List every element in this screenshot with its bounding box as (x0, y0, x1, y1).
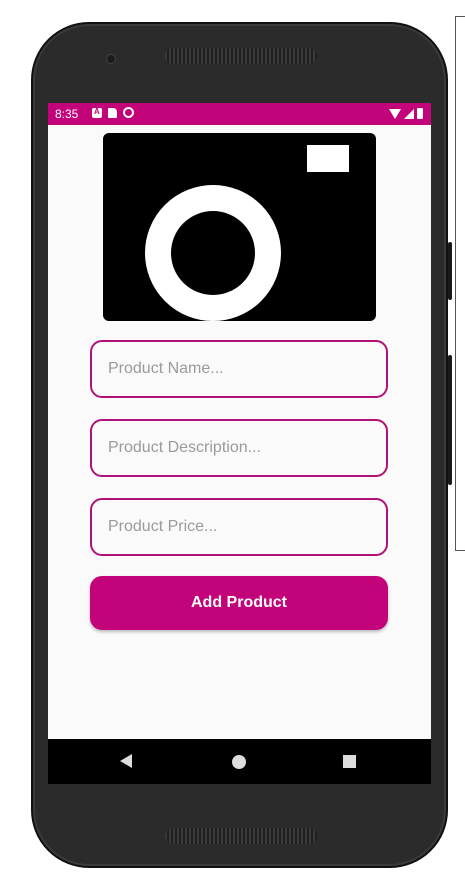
status-bar: 8:35 (48, 103, 431, 125)
status-icons-left (92, 107, 134, 118)
status-icons-right (389, 108, 423, 119)
navigation-bar (48, 739, 431, 784)
app-screen: 8:35 Add Product (48, 103, 431, 784)
signal-icon (404, 108, 414, 119)
bottom-speaker (165, 828, 317, 844)
recents-icon[interactable] (343, 755, 356, 768)
product-description-input[interactable] (90, 419, 388, 477)
power-button[interactable] (448, 242, 452, 300)
front-camera (106, 54, 116, 64)
sd-card-icon (108, 107, 117, 118)
camera-icon (145, 185, 281, 321)
a-notification-icon (92, 107, 102, 118)
battery-icon (417, 108, 423, 119)
home-icon[interactable] (232, 755, 246, 769)
sync-icon (123, 107, 134, 118)
back-icon[interactable] (120, 754, 132, 768)
product-price-input[interactable] (90, 498, 388, 556)
volume-button[interactable] (448, 355, 452, 485)
product-name-input[interactable] (90, 340, 388, 398)
product-image-picker[interactable] (103, 133, 376, 321)
top-speaker (165, 48, 317, 64)
status-time: 8:35 (55, 107, 79, 121)
camera-flash-shape (307, 145, 349, 172)
wifi-icon (389, 108, 401, 119)
side-panel (455, 16, 465, 551)
add-product-button[interactable]: Add Product (90, 576, 388, 630)
